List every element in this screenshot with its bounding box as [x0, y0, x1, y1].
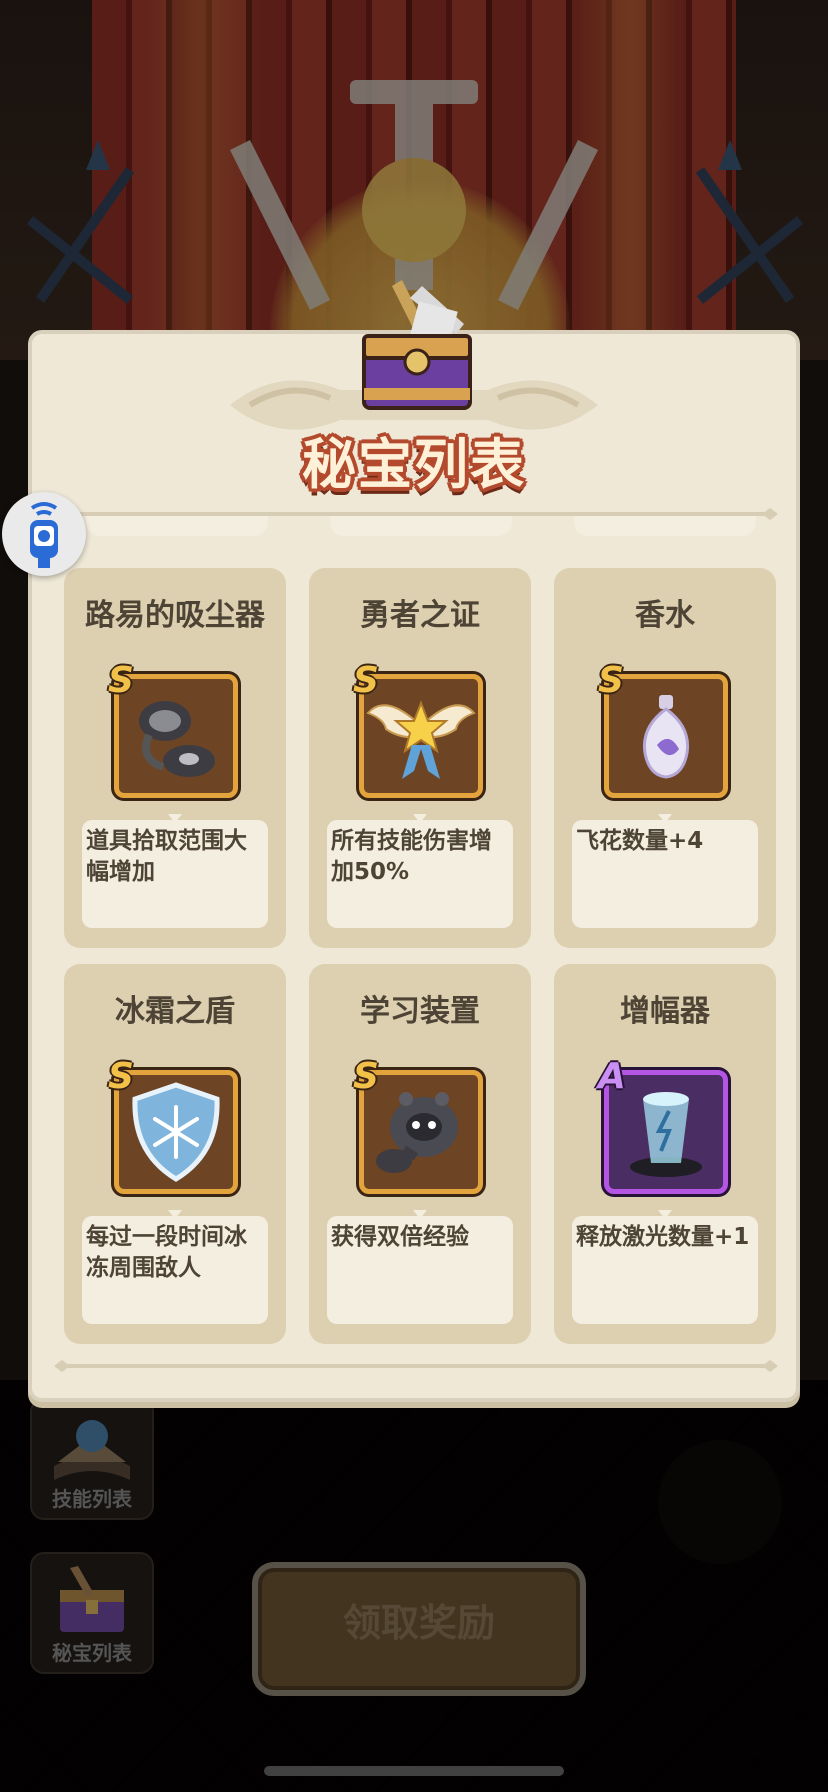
- rank-badge: S: [353, 660, 379, 701]
- treasure-name: 勇者之证: [360, 598, 480, 633]
- treasure-name: 路易的吸尘器: [85, 598, 265, 633]
- frost-shield-icon: [132, 1082, 220, 1182]
- treasure-description: 释放激光数量+1: [572, 1216, 758, 1324]
- card-peek: [86, 516, 268, 536]
- rank-badge: A: [598, 1056, 626, 1097]
- treasure-name: 增幅器: [620, 994, 710, 1029]
- treasure-card[interactable]: 路易的吸尘器 S 道具拾取范围大幅增加: [64, 568, 286, 948]
- smartwatch-icon: [30, 502, 58, 568]
- treasure-name: 冰霜之盾: [115, 994, 235, 1029]
- treasure-card[interactable]: 增幅器 A 释放激光数量+1: [554, 964, 776, 1344]
- treasure-card[interactable]: 冰霜之盾 S 每过一段时间冰冻周围敌人: [64, 964, 286, 1344]
- title-chest-icon: [362, 280, 472, 410]
- treasure-card[interactable]: 勇者之证 S 所有技能伤害增加50%: [309, 568, 531, 948]
- treasure-description: 飞花数量+4: [572, 820, 758, 928]
- bottom-divider: [54, 1360, 778, 1372]
- winged-star-badge-icon: [366, 700, 476, 779]
- treasure-card[interactable]: 学习装置 S 获得双倍经验: [309, 964, 531, 1344]
- rank-badge: S: [108, 660, 134, 701]
- treasure-name: 学习装置: [360, 994, 480, 1029]
- amplifier-icon: [630, 1092, 702, 1177]
- perfume-bottle-icon: [642, 695, 690, 779]
- treasure-name: 香水: [635, 598, 695, 633]
- rank-badge: S: [108, 1056, 134, 1097]
- treasure-description: 获得双倍经验: [327, 1216, 513, 1324]
- card-peek: [574, 516, 756, 536]
- panel-title: 秘宝列表: [302, 433, 526, 496]
- rank-badge: S: [598, 660, 624, 701]
- card-peek: [330, 516, 512, 536]
- floating-assistant-button[interactable]: [2, 492, 86, 576]
- vacuum-icon: [139, 701, 215, 777]
- treasure-description: 道具拾取范围大幅增加: [82, 820, 268, 928]
- treasure-description: 所有技能伤害增加50%: [327, 820, 513, 928]
- learning-device-icon: [376, 1092, 458, 1173]
- rank-badge: S: [353, 1056, 379, 1097]
- treasure-card[interactable]: 香水 S 飞花数量+4: [554, 568, 776, 948]
- treasure-description: 每过一段时间冰冻周围敌人: [82, 1216, 268, 1324]
